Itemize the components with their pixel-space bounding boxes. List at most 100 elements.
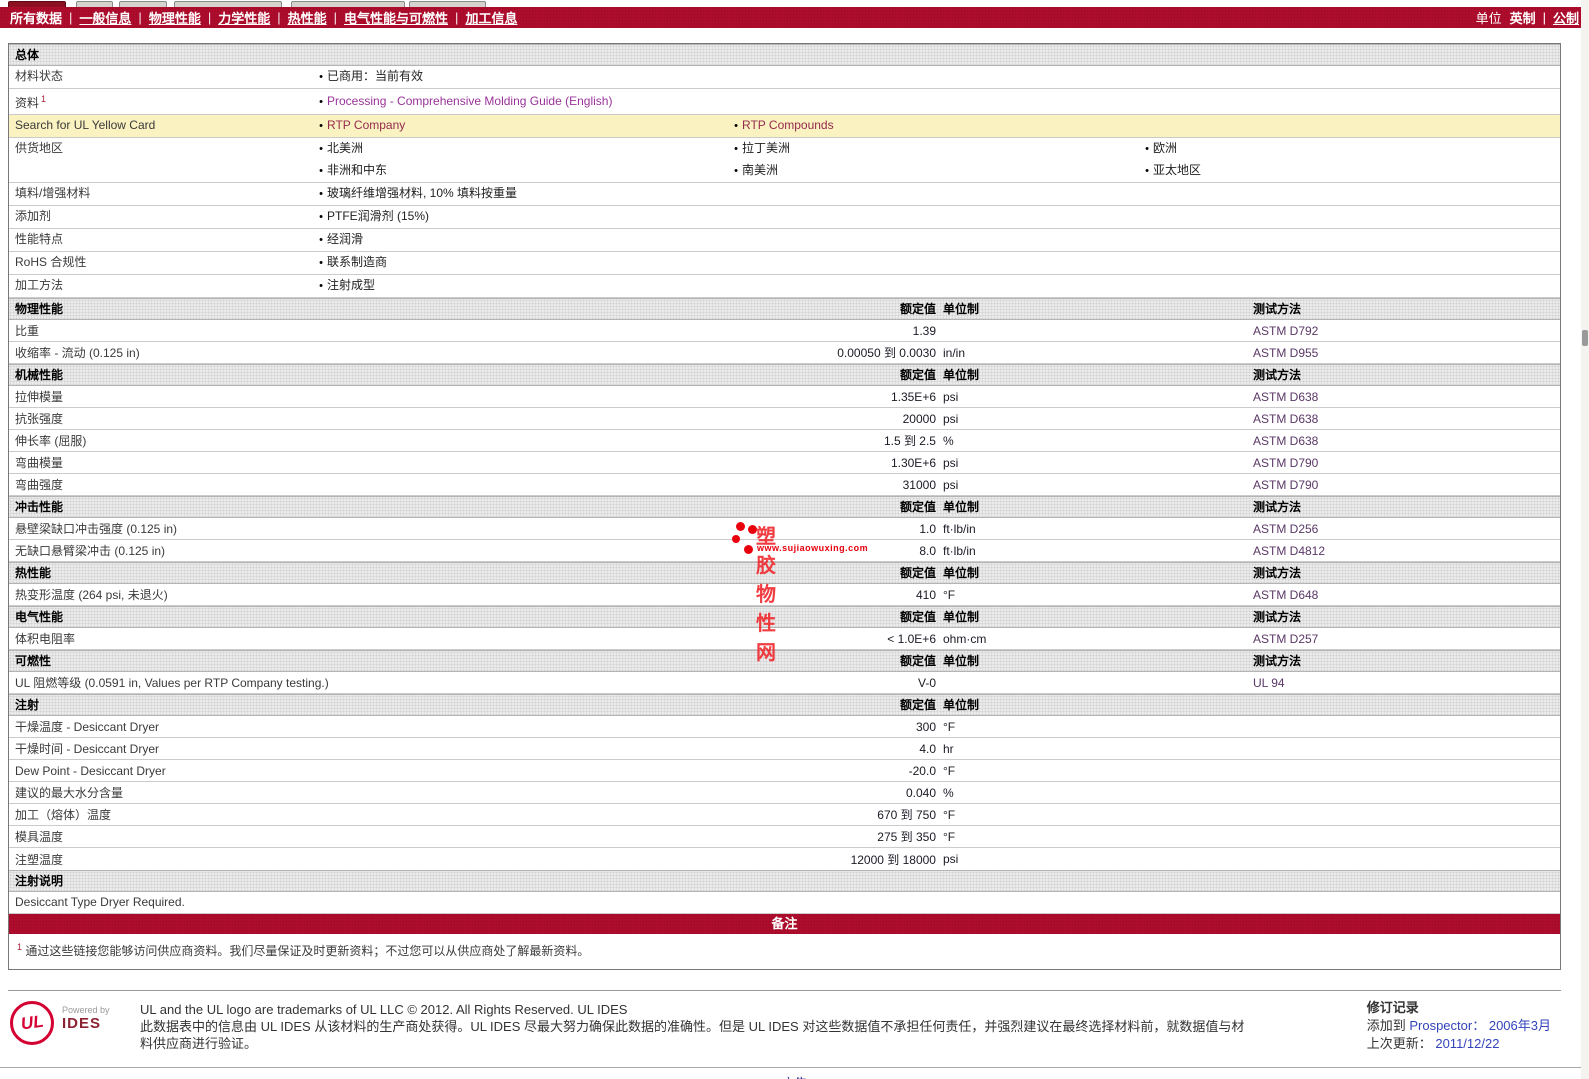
column-header-method: 测试方法 [1253,563,1560,583]
test-method-link[interactable]: ASTM D638 [1253,412,1560,426]
property-label: UL 阻燃等级 (0.0591 in, Values per RTP Compa… [9,674,609,691]
property-row: 收缩率 - 流动 (0.125 in)0.00050 到 0.0030in/in… [9,342,1560,364]
prospector-link[interactable]: Prospector： [1409,1018,1485,1033]
value-link[interactable]: RTP Company [327,118,405,132]
property-value: 0.00050 到 0.0030 [609,344,936,361]
test-method-link[interactable]: ASTM D792 [1253,324,1560,338]
footnote-row: 1 通过这些链接您能够访问供应商资料。我们尽量保证及时更新资料；不过您可以从供应… [9,934,1560,969]
nav-item-1[interactable]: 一般信息 [79,8,131,27]
property-unit: % [936,786,1253,800]
footnote-text: 通过这些链接您能够访问供应商资料。我们尽量保证及时更新资料；不过您可以从供应商处… [25,944,589,958]
bullet-icon: • [315,207,327,228]
footer-line-chinese: 此数据表中的信息由 UL IDES 从该材料的生产商处获得。UL IDES 尽最… [140,1018,1250,1052]
nav-item-6[interactable]: 加工信息 [465,8,517,27]
section-header-general: 总体 [9,44,1560,66]
test-method-link[interactable]: ASTM D4812 [1253,544,1560,558]
property-row: UL 阻燃等级 (0.0591 in, Values per RTP Compa… [9,672,1560,694]
value-text: 注射成型 [327,278,375,292]
value-link[interactable]: Processing - Comprehensive Molding Guide… [327,94,612,108]
footer-disclaimer: UL and the UL logo are trademarks of UL … [140,999,1250,1053]
property-unit: hr [936,742,1253,756]
scrollbar-thumb[interactable] [1582,330,1588,346]
datasheet-table: 总体 材料状态•已商用：当前有效资料1•Processing - Compreh… [8,43,1561,970]
value-text: 南美洲 [742,163,778,177]
property-row: 加工（熔体）温度670 到 750°F [9,804,1560,826]
tab-top[interactable] [291,1,405,7]
general-row: RoHS 合规性•联系制造商 [9,252,1560,275]
property-row: 建议的最大水分含量0.040% [9,782,1560,804]
section-title: 物理性能 [9,299,609,319]
test-method-link[interactable]: ASTM D648 [1253,588,1560,602]
property-value: 1.30E+6 [609,456,936,470]
bullet-icon: • [315,67,327,88]
general-rows: 材料状态•已商用：当前有效资料1•Processing - Comprehens… [9,66,1560,298]
footnote-number: 1 [17,942,22,952]
updated-date: 2011/12/22 [1435,1036,1499,1051]
tab-top[interactable] [174,1,282,7]
property-value: < 1.0E+6 [609,632,936,646]
property-label: 模具温度 [9,828,609,845]
column-header-value: 额定值 [609,651,936,671]
section-title: 注射 [9,695,609,715]
property-value: 20000 [609,412,936,426]
test-method-link[interactable]: ASTM D638 [1253,390,1560,404]
bullet-icon: • [315,276,327,297]
value-text: 北美洲 [327,141,363,155]
value-text: 非洲和中东 [327,163,387,177]
nav-item-2[interactable]: 物理性能 [149,8,201,27]
section-title: 电气性能 [9,607,609,627]
row-label: 供货地区 [9,138,315,159]
property-unit: psi [936,478,1253,492]
test-method-link[interactable]: ASTM D256 [1253,522,1560,536]
nav-item-3[interactable]: 力学性能 [218,8,270,27]
general-row: Search for UL Yellow Card•RTP Company•RT… [9,115,1560,138]
value-text: 经润滑 [327,232,363,246]
tab-top[interactable] [409,1,486,7]
property-label: 干燥时间 - Desiccant Dryer [9,740,609,757]
property-value: 275 到 350 [609,828,936,845]
nav-item-0[interactable]: 所有数据 [10,8,62,27]
property-row: Dew Point - Desiccant Dryer-20.0°F [9,760,1560,782]
column-header-unit: 单位制 [936,563,1253,583]
value-link[interactable]: RTP Compounds [742,118,834,132]
section-title: 可燃性 [9,651,609,671]
test-method-link[interactable]: ASTM D790 [1253,478,1560,492]
test-method-link[interactable]: ASTM D955 [1253,346,1560,360]
tab-top[interactable] [76,1,113,7]
test-method-link[interactable]: UL 94 [1253,676,1560,690]
footer: UL Powered by IDES UL and the UL logo ar… [8,990,1561,1059]
value-text: 拉丁美洲 [742,141,790,155]
property-row: 弯曲模量1.30E+6psiASTM D790 [9,452,1560,474]
column-header-value: 额定值 [609,365,936,385]
row-label: 填料/增强材料 [9,183,315,204]
property-label: 无缺口悬臂梁冲击 (0.125 in) [9,542,609,559]
general-row: 资料1•Processing - Comprehensive Molding G… [9,89,1560,115]
unit-metric-link[interactable]: 公制 [1553,8,1579,27]
column-header-unit: 单位制 [936,299,1253,319]
nav-item-5[interactable]: 电气性能与可燃性 [344,8,448,27]
ides-logo-text: IDES [62,1015,140,1032]
scrollbar-track[interactable] [1581,0,1589,1079]
ad-placeholder: <广告> [0,1067,1589,1079]
property-value: 1.35E+6 [609,390,936,404]
nav-separator: | [208,10,211,25]
test-method-link[interactable]: ASTM D790 [1253,456,1560,470]
section-title: 注射说明 [9,874,63,888]
property-value: -20.0 [609,764,936,778]
row-label: 性能特点 [9,229,315,250]
unit-english-active[interactable]: 英制 [1510,8,1536,27]
nav-item-4[interactable]: 热性能 [288,8,327,27]
tab-top-active[interactable] [8,1,66,7]
bullet-icon: • [1141,139,1153,160]
test-method-link[interactable]: ASTM D638 [1253,434,1560,448]
property-value: 0.040 [609,786,936,800]
column-header-method: 测试方法 [1253,299,1560,319]
tab-top[interactable] [119,1,167,7]
injection-note-text: Desiccant Type Dryer Required. [9,892,1560,914]
property-value: 12000 到 18000 [609,851,936,868]
column-header-value: 额定值 [609,563,936,583]
section-title: 冲击性能 [9,497,609,517]
property-value: 1.39 [609,324,936,338]
test-method-link[interactable]: ASTM D257 [1253,632,1560,646]
property-unit: psi [936,412,1253,426]
